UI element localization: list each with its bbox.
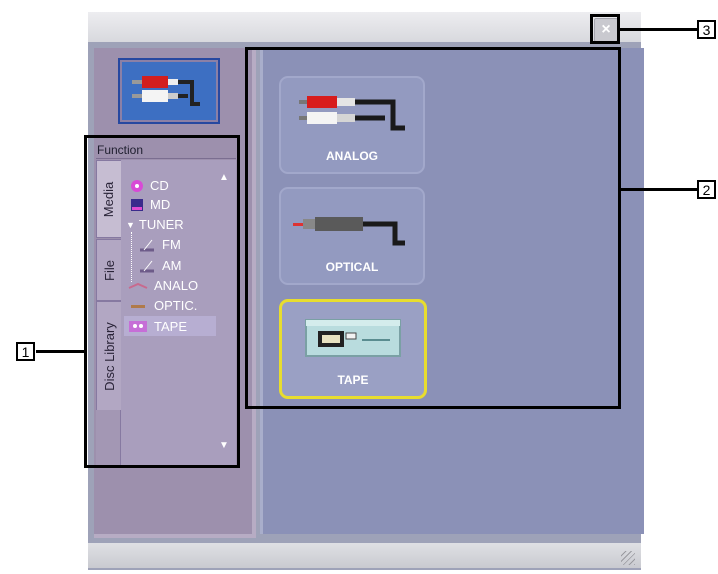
- callout-line-1: [36, 350, 84, 353]
- callout-number-1: 1: [16, 342, 35, 361]
- callout-box-1: [84, 135, 240, 468]
- callout-number-2: 2: [697, 180, 716, 199]
- callout-line-3: [620, 28, 697, 31]
- current-source-icon: [118, 58, 220, 124]
- callout-box-3: [590, 14, 620, 44]
- status-bar: [88, 543, 641, 568]
- callout-box-2: [245, 47, 621, 409]
- title-bar[interactable]: [88, 12, 641, 42]
- resize-grip-icon[interactable]: [621, 551, 635, 565]
- rca-cable-icon: [132, 76, 200, 106]
- callout-line-2: [621, 188, 697, 191]
- callout-number-3: 3: [697, 20, 716, 39]
